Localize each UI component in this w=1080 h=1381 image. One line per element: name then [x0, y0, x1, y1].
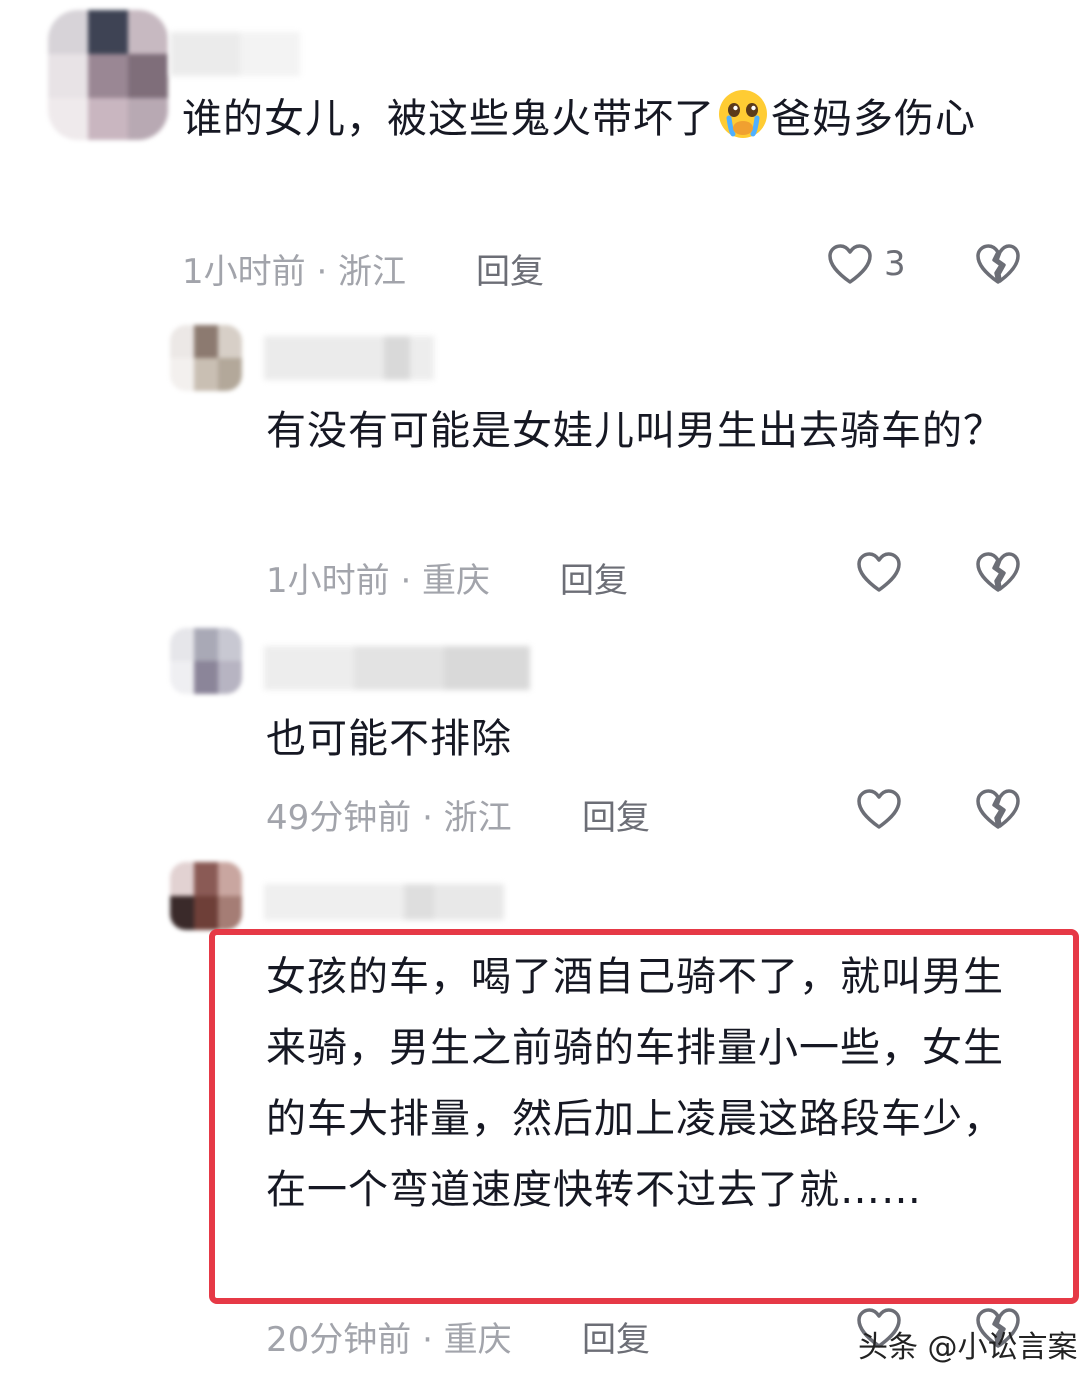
avatar[interactable]: [170, 628, 242, 694]
like-count: 3: [884, 244, 906, 284]
comment-text-part1: 谁的女儿，被这些鬼火带坏了: [182, 96, 715, 142]
time-location: 1小时前 · 浙江: [182, 252, 407, 292]
watermark: 头条 @小讼言案: [858, 1330, 1078, 1365]
reply-button[interactable]: 回复: [582, 1312, 650, 1361]
like-heart-icon[interactable]: [826, 242, 874, 286]
username-blurred[interactable]: [170, 32, 300, 76]
comment-text: 谁的女儿，被这些鬼火带坏了 爸妈多伤心: [182, 84, 1022, 154]
reply-button[interactable]: 回复: [582, 790, 650, 839]
comment-text: 有没有可能是女娃儿叫男生出去骑车的？: [266, 408, 1004, 454]
dislike-broken-heart-icon[interactable]: [974, 550, 1022, 594]
time-location: 20分钟前 · 重庆: [266, 1320, 512, 1360]
reply-button[interactable]: 回复: [560, 553, 628, 602]
like-heart-icon[interactable]: [855, 550, 903, 594]
reply-button[interactable]: 回复: [476, 244, 544, 293]
time-location: 49分钟前 · 浙江: [266, 798, 512, 838]
username-blurred[interactable]: [264, 646, 530, 690]
avatar[interactable]: [48, 10, 168, 140]
time-location: 1小时前 · 重庆: [266, 561, 491, 601]
username-blurred[interactable]: [264, 884, 504, 920]
avatar[interactable]: [170, 862, 242, 930]
crying-face-emoji-icon: [717, 88, 769, 140]
dislike-broken-heart-icon[interactable]: [974, 787, 1022, 831]
username-blurred[interactable]: [264, 336, 434, 380]
comment-text: 也可能不排除: [266, 716, 512, 762]
dislike-broken-heart-icon[interactable]: [974, 242, 1022, 286]
avatar[interactable]: [170, 325, 242, 391]
comment-text-part2: 爸妈多伤心: [771, 96, 976, 142]
like-heart-icon[interactable]: [855, 787, 903, 831]
comment-text: 女孩的车，喝了酒自己骑不了，就叫男生来骑，男生之前骑的车排量小一些，女生的车大排…: [266, 954, 1004, 1213]
